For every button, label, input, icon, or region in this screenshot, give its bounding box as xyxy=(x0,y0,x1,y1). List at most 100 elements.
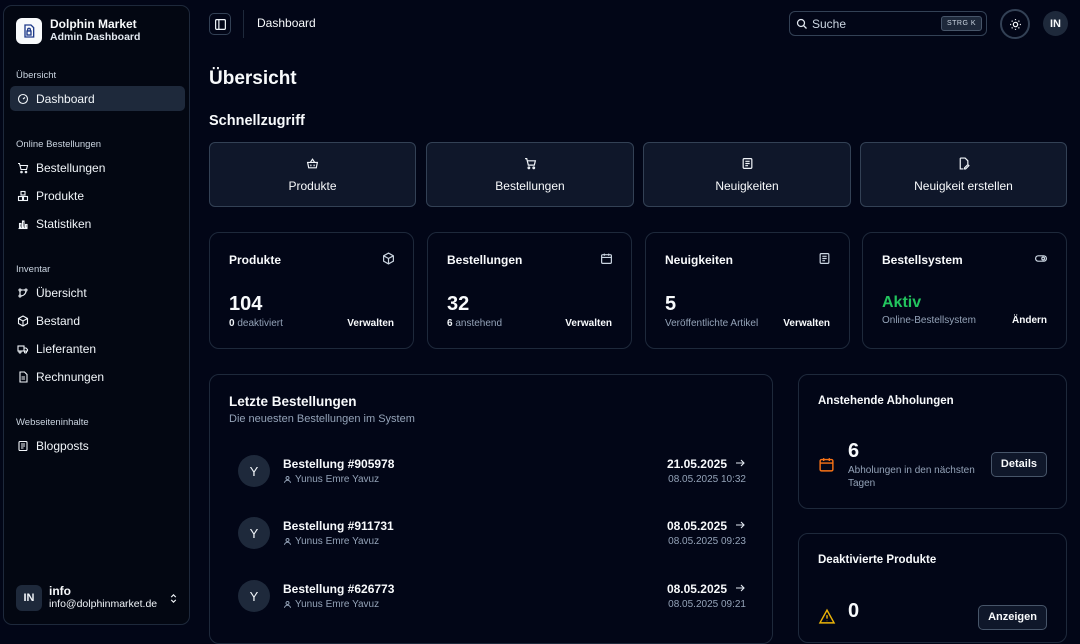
sidebar-item-label: Statistiken xyxy=(36,216,92,231)
pickups-card: Anstehende Abholungen 6 Abholungen in de… xyxy=(798,374,1067,509)
pickup-count: 6 xyxy=(848,440,860,462)
package-icon xyxy=(17,314,29,327)
recent-orders-card: Letzte Bestellungen Die neuesten Bestell… xyxy=(209,374,773,644)
order-customer: Yunus Emre Yavuz xyxy=(283,536,379,547)
sidebar-item-lieferanten[interactable]: Lieferanten xyxy=(10,336,185,361)
sidebar: Dolphin Market Admin Dashboard Übersicht… xyxy=(3,5,190,625)
sidebar-item-statistiken[interactable]: Statistiken xyxy=(10,211,185,236)
pickup-description: Abholungen in den nächsten Tagen xyxy=(848,465,975,489)
newspaper-icon xyxy=(819,253,830,264)
calendar-icon xyxy=(819,458,834,472)
status-badge: Aktiv xyxy=(882,294,922,311)
card-title: Anstehende Abholungen xyxy=(818,395,954,407)
order-created: 08.05.2025 10:32 xyxy=(668,474,746,485)
manage-link[interactable]: Verwalten xyxy=(783,318,830,329)
order-row[interactable]: Y Bestellung #905978 Yunus Emre Yavuz 21… xyxy=(238,454,746,488)
order-created: 08.05.2025 09:21 xyxy=(668,599,746,610)
file-text-icon xyxy=(19,370,28,383)
nav-group-website-content: Webseiteninhalte Blogposts xyxy=(10,416,185,458)
quick-action-neuigkeiten[interactable]: Neuigkeiten xyxy=(643,142,851,207)
sidebar-item-label: Blogposts xyxy=(36,438,89,453)
user-icon xyxy=(284,538,291,545)
stat-title: Bestellsystem xyxy=(882,253,963,267)
avatar: Y xyxy=(238,580,270,612)
stat-card-produkte: Produkte 104 0 deaktiviert Verwalten xyxy=(209,232,414,349)
arrow-right-icon xyxy=(736,521,745,529)
sidebar-item-label: Produkte xyxy=(36,188,85,203)
stat-sub-label: Online-Bestellsystem xyxy=(882,315,976,326)
sidebar-item-inventory-overview[interactable]: Übersicht xyxy=(10,280,185,305)
chevrons-up-down-icon xyxy=(170,593,177,603)
card-title: Letzte Bestellungen xyxy=(229,394,357,409)
sidebar-item-bestellungen[interactable]: Bestellungen xyxy=(10,155,185,180)
user-name: info xyxy=(49,584,71,598)
package-open-icon xyxy=(383,252,394,265)
sidebar-item-label: Rechnungen xyxy=(36,369,105,384)
sidebar-item-label: Bestand xyxy=(36,313,81,328)
user-menu[interactable]: IN info info@dolphinmarket.de xyxy=(16,584,179,612)
card-subtitle: Die neuesten Bestellungen im System xyxy=(229,413,415,425)
brand-name: Dolphin Market xyxy=(50,17,137,31)
stat-sub-label: anstehend xyxy=(452,318,503,329)
avatar: Y xyxy=(238,455,270,487)
customer-name: Yunus Emre Yavuz xyxy=(295,599,380,610)
sidebar-item-rechnungen[interactable]: Rechnungen xyxy=(10,364,185,389)
order-row[interactable]: Y Bestellung #626773 Yunus Emre Yavuz 08… xyxy=(238,579,746,613)
details-button[interactable]: Details xyxy=(990,452,1047,477)
sidebar-item-label: Übersicht xyxy=(36,285,87,300)
search-input[interactable]: Suche STRG K xyxy=(789,11,987,36)
cart-icon xyxy=(18,162,29,173)
sidebar-item-bestand[interactable]: Bestand xyxy=(10,308,185,333)
quick-action-produkte[interactable]: Produkte xyxy=(209,142,416,207)
deactivated-count: 0 xyxy=(848,600,860,622)
stat-card-neuigkeiten: Neuigkeiten 5 Veröffentlichte Artikel Ve… xyxy=(645,232,850,349)
stat-card-bestellsystem: Bestellsystem Aktiv Online-Bestellsystem… xyxy=(862,232,1067,349)
sidebar-item-produkte[interactable]: Produkte xyxy=(10,183,185,208)
customer-name: Yunus Emre Yavuz xyxy=(295,536,380,547)
avatar[interactable]: IN xyxy=(1043,11,1068,36)
order-number: Bestellung #911731 xyxy=(283,519,394,533)
order-number: Bestellung #626773 xyxy=(283,582,395,596)
sidebar-item-label: Lieferanten xyxy=(36,341,97,356)
stat-title: Neuigkeiten xyxy=(665,253,734,267)
stat-value: 32 xyxy=(447,293,470,315)
order-customer: Yunus Emre Yavuz xyxy=(283,599,379,610)
warning-icon xyxy=(818,608,836,624)
search-placeholder: Suche xyxy=(812,16,847,31)
group-label: Online Bestellungen xyxy=(16,139,102,150)
gauge-icon xyxy=(17,93,29,104)
file-pen-icon xyxy=(959,156,970,170)
show-button[interactable]: Anzeigen xyxy=(978,605,1047,630)
toggle-icon xyxy=(1034,255,1048,262)
manage-link[interactable]: Verwalten xyxy=(565,318,612,329)
manage-link[interactable]: Verwalten xyxy=(347,318,394,329)
stat-subtext: Veröffentlichte Artikel xyxy=(665,318,758,329)
group-label: Webseiteninhalte xyxy=(16,417,89,428)
theme-toggle-button[interactable] xyxy=(1000,9,1030,39)
quick-action-bestellungen[interactable]: Bestellungen xyxy=(426,142,634,207)
order-number: Bestellung #905978 xyxy=(283,457,395,471)
avatar: IN xyxy=(16,585,42,611)
order-date: 08.05.2025 xyxy=(666,519,727,533)
stat-subtext: Online-Bestellsystem xyxy=(882,315,976,326)
keyboard-shortcut: STRG K xyxy=(940,16,982,31)
nav-group-overview: Übersicht Dashboard xyxy=(10,69,185,111)
sidebar-toggle-button[interactable] xyxy=(209,13,231,35)
truck-icon xyxy=(17,344,29,354)
topbar-divider xyxy=(243,10,244,38)
quick-action-label: Produkte xyxy=(288,178,337,193)
sidebar-item-dashboard[interactable]: Dashboard xyxy=(10,86,185,111)
change-link[interactable]: Ändern xyxy=(1012,315,1047,326)
search-icon xyxy=(796,18,807,29)
stat-card-bestellungen: Bestellungen 32 6 anstehend Verwalten xyxy=(427,232,632,349)
stat-value: 5 xyxy=(665,293,677,315)
stat-subtext: 0 deaktiviert xyxy=(229,318,283,329)
order-row[interactable]: Y Bestellung #911731 Yunus Emre Yavuz 08… xyxy=(238,516,746,550)
stat-sub-label: deaktiviert xyxy=(234,318,283,329)
brand[interactable]: Dolphin Market Admin Dashboard xyxy=(16,18,140,44)
stat-title: Bestellungen xyxy=(447,253,523,267)
sidebar-item-blogposts[interactable]: Blogposts xyxy=(10,433,185,458)
quick-action-neuigkeit-erstellen[interactable]: Neuigkeit erstellen xyxy=(860,142,1067,207)
sun-icon xyxy=(1009,18,1021,30)
brand-subtitle: Admin Dashboard xyxy=(50,31,141,43)
